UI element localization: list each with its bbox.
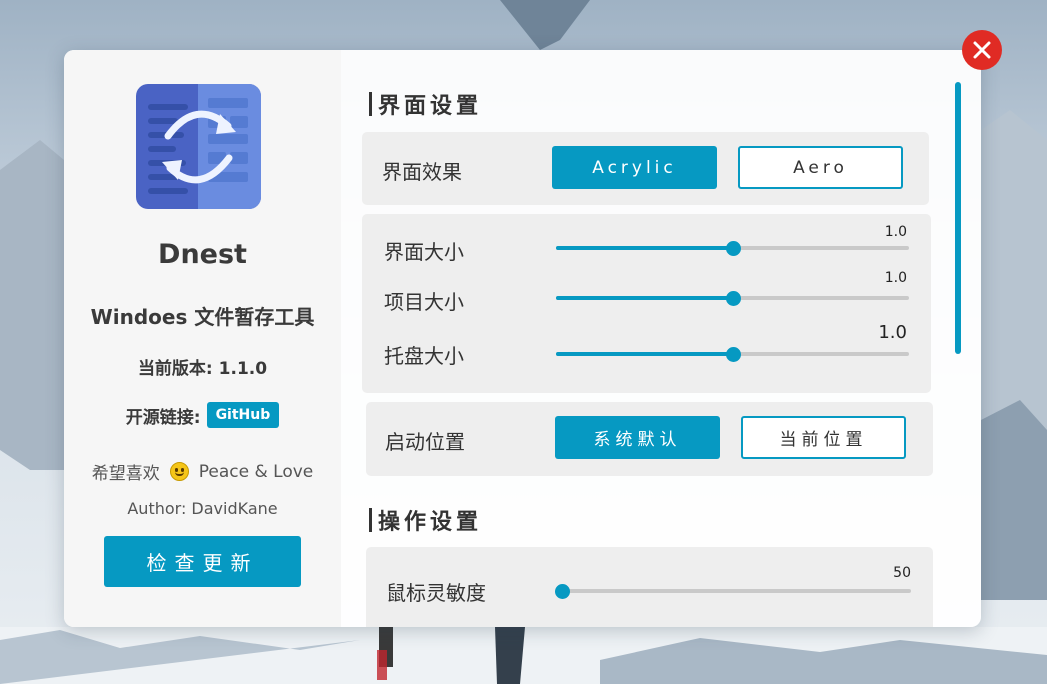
effect-label: 界面效果 [382, 160, 462, 184]
slider-fill [556, 246, 733, 250]
item-size-slider[interactable] [556, 291, 909, 306]
mouse-panel: 鼠标灵敏度 50 [366, 547, 933, 627]
check-update-button[interactable]: 检查更新 [104, 536, 301, 587]
slider-thumb[interactable] [555, 584, 570, 599]
version-label: 当前版本: 1.1.0 [137, 359, 268, 379]
item-size-label: 项目大小 [384, 290, 464, 314]
settings-panel: 界面设置 界面效果 Acrylic Aero 界面大小 1.0 项目大小 1.0… [341, 50, 981, 627]
slider-fill [556, 296, 733, 300]
ui-size-value: 1.0 [884, 224, 907, 240]
slider-thumb[interactable] [725, 347, 741, 362]
smiley-icon [169, 462, 189, 481]
ui-settings-title-text: 界面设置 [378, 94, 483, 119]
scrollbar[interactable] [955, 82, 961, 354]
aero-button[interactable]: Aero [738, 146, 903, 189]
opensource-row: 开源链接: GitHub [64, 402, 341, 428]
current-position-button[interactable]: 当前位置 [741, 416, 906, 459]
section-bar [369, 92, 372, 116]
slider-fill [556, 352, 733, 356]
tray-size-value: 1.0 [878, 322, 907, 343]
startup-panel: 启动位置 系统默认 当前位置 [366, 402, 933, 476]
tray-size-label: 托盘大小 [384, 344, 464, 368]
mouse-sensitivity-slider[interactable] [555, 584, 911, 599]
ui-size-slider[interactable] [556, 241, 909, 256]
author-label: Author: DavidKane [127, 499, 278, 518]
op-settings-title: 操作设置 [369, 504, 482, 536]
mouse-sensitivity-label: 鼠标灵敏度 [386, 581, 486, 605]
op-settings-title-text: 操作设置 [378, 510, 483, 535]
app-description: Windoes 文件暂存工具 [90, 305, 315, 329]
section-bar [369, 508, 372, 532]
wish-text: 希望喜欢 [91, 464, 160, 484]
github-link-button[interactable]: GitHub [206, 402, 280, 428]
wish-row: 希望喜欢 Peace & Love [64, 459, 341, 485]
close-button[interactable] [962, 30, 1002, 70]
effect-panel: 界面效果 Acrylic Aero [362, 132, 929, 205]
about-settings-window: Dnest Windoes 文件暂存工具 当前版本: 1.1.0 开源链接: G… [64, 50, 981, 627]
ui-size-label: 界面大小 [384, 240, 464, 264]
about-panel: Dnest Windoes 文件暂存工具 当前版本: 1.1.0 开源链接: G… [64, 50, 341, 627]
acrylic-button[interactable]: Acrylic [552, 146, 717, 189]
sync-file-icon [136, 84, 261, 209]
opensource-label: 开源链接: [125, 407, 201, 428]
close-icon [973, 41, 991, 59]
app-name: Dnest [158, 239, 247, 270]
ui-settings-title: 界面设置 [369, 88, 482, 120]
slider-thumb[interactable] [725, 241, 741, 256]
size-panel: 界面大小 1.0 项目大小 1.0 托盘大小 1.0 [362, 214, 931, 393]
slider-track [562, 589, 911, 593]
slider-thumb[interactable] [725, 291, 741, 306]
system-default-button[interactable]: 系统默认 [555, 416, 720, 459]
startup-label: 启动位置 [385, 430, 465, 454]
mouse-sensitivity-value: 50 [893, 565, 911, 581]
item-size-value: 1.0 [884, 270, 907, 286]
tray-size-slider[interactable] [556, 347, 909, 362]
motto-text: Peace & Love [198, 461, 314, 482]
